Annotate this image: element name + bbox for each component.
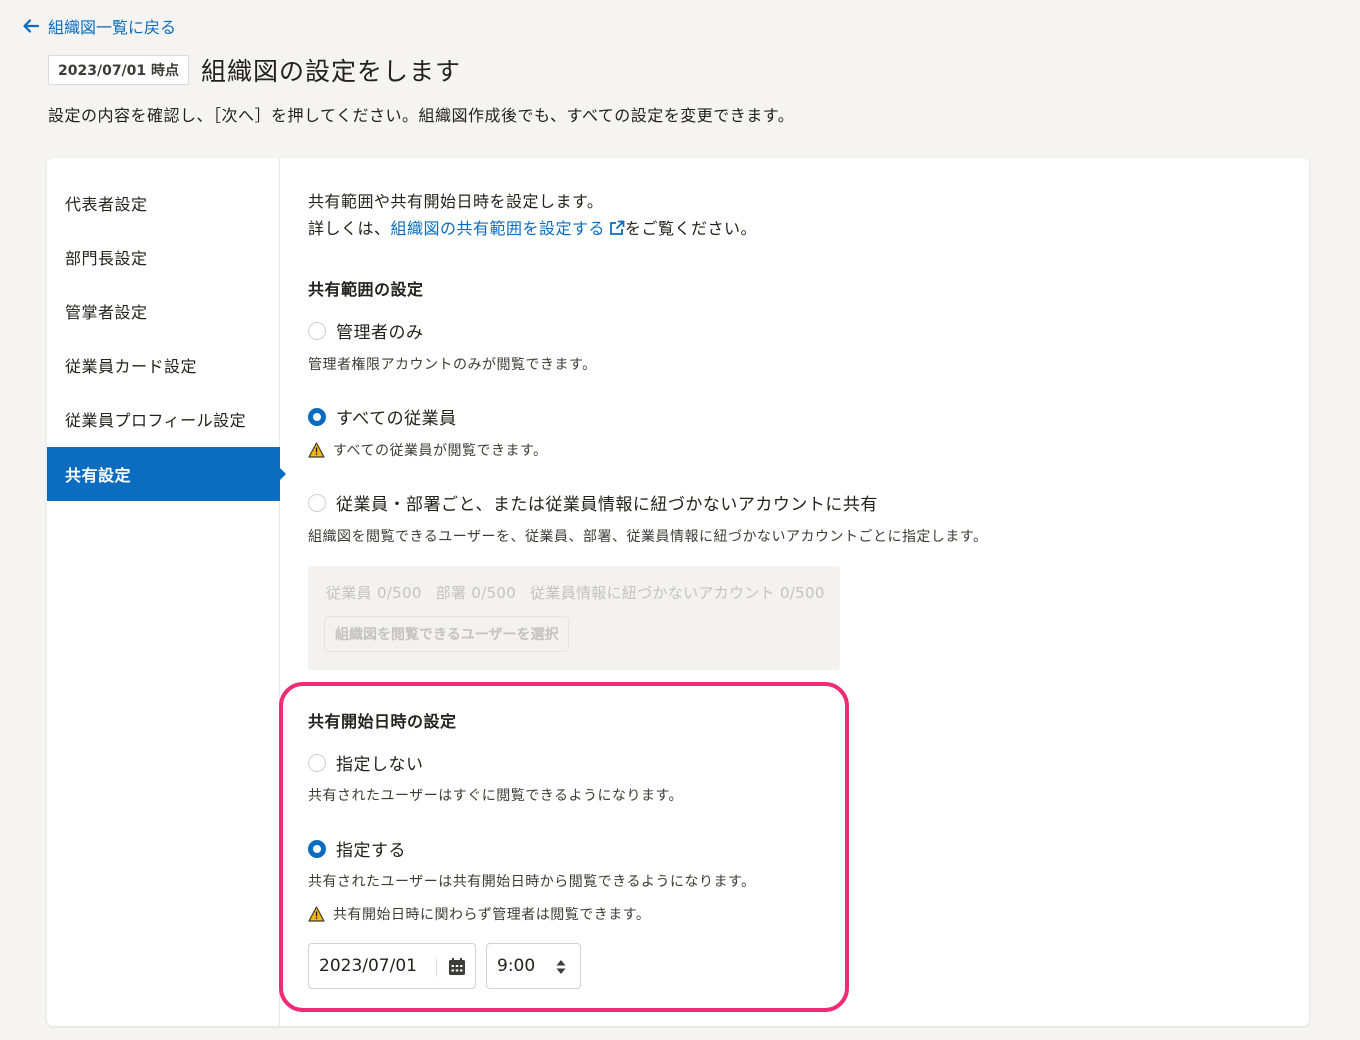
radio-button-selected[interactable] bbox=[308, 407, 326, 426]
sidebar-item-supervisor[interactable]: 管掌者設定 bbox=[47, 284, 280, 338]
back-link-label: 組織図一覧に戻る bbox=[48, 18, 177, 37]
radio-button-selected[interactable] bbox=[308, 839, 326, 858]
start-time-value: 9:00 bbox=[497, 956, 536, 976]
intro-suffix: をご覧ください。 bbox=[625, 219, 758, 238]
divider bbox=[436, 957, 437, 977]
calendar-icon[interactable] bbox=[448, 957, 466, 976]
start-help-none: 共有されたユーザーはすぐに閲覧できるようになります。 bbox=[308, 788, 684, 804]
radio-button[interactable] bbox=[308, 753, 326, 772]
start-warning: 共有開始日時に関わらず管理者は閲覧できます。 bbox=[308, 904, 650, 924]
department-count: 部署 0/500 bbox=[435, 584, 517, 602]
scope-option-label: 従業員・部署ごと、または従業員情報に紐づかないアカウントに共有 bbox=[336, 495, 878, 515]
title-row: 2023/07/01 時点 組織図の設定をします bbox=[48, 52, 461, 88]
sidebar-item-sharing[interactable]: 共有設定 bbox=[47, 447, 286, 501]
user-selection-panel: 従業員 0/500 部署 0/500 従業員情報に紐づかないアカウント 0/50… bbox=[308, 566, 840, 670]
scope-warning-all: すべての従業員が閲覧できます。 bbox=[308, 440, 548, 460]
intro-line-2: 詳しくは、組織図の共有範囲を設定する をご覧ください。 bbox=[308, 215, 757, 242]
scope-option-label: すべての従業員 bbox=[336, 409, 457, 429]
start-option-label: 指定しない bbox=[336, 755, 424, 775]
start-date-value: 2023/07/01 bbox=[319, 956, 417, 976]
date-badge: 2023/07/01 時点 bbox=[48, 55, 190, 85]
scope-help-custom: 組織図を閲覧できるユーザーを、従業員、部署、従業員情報に紐づかないアカウントごと… bbox=[308, 529, 988, 545]
page-title: 組織図の設定をします bbox=[201, 57, 462, 86]
radio-button[interactable] bbox=[308, 321, 326, 340]
scope-option-label: 管理者のみ bbox=[336, 323, 424, 343]
employee-count: 従業員 0/500 bbox=[326, 584, 422, 602]
start-option-specify[interactable]: 指定する bbox=[308, 836, 406, 861]
intro-prefix: 詳しくは、 bbox=[308, 219, 391, 238]
radio-button[interactable] bbox=[308, 493, 326, 512]
warning-icon bbox=[308, 442, 325, 458]
page-description: 設定の内容を確認し、［次へ］を押してください。組織図作成後でも、すべての設定を変… bbox=[48, 106, 795, 125]
settings-main: 共有範囲や共有開始日時を設定します。 詳しくは、組織図の共有範囲を設定する をご覧… bbox=[308, 158, 1298, 1026]
start-help-specify: 共有されたユーザーは共有開始日時から閲覧できるようになります。 bbox=[308, 874, 756, 890]
help-link[interactable]: 組織図の共有範囲を設定する bbox=[391, 219, 606, 238]
settings-sidebar: 代表者設定 部門長設定 管掌者設定 従業員カード設定 従業員プロフィール設定 共… bbox=[47, 158, 286, 1026]
sidebar-item-representative[interactable]: 代表者設定 bbox=[47, 176, 280, 230]
account-count: 従業員情報に紐づかないアカウント 0/500 bbox=[530, 584, 825, 602]
scope-heading: 共有範囲の設定 bbox=[308, 280, 424, 299]
sidebar-item-employee-card[interactable]: 従業員カード設定 bbox=[47, 338, 280, 392]
scope-option-custom[interactable]: 従業員・部署ごと、または従業員情報に紐づかないアカウントに共有 bbox=[308, 490, 878, 515]
start-date-input[interactable]: 2023/07/01 bbox=[308, 943, 476, 989]
external-link-icon[interactable] bbox=[609, 220, 625, 236]
warning-text: 共有開始日時に関わらず管理者は閲覧できます。 bbox=[333, 907, 651, 923]
selection-counts: 従業員 0/500 部署 0/500 従業員情報に紐づかないアカウント 0/50… bbox=[326, 582, 825, 603]
sidebar-item-department-head[interactable]: 部門長設定 bbox=[47, 230, 280, 284]
settings-card: 代表者設定 部門長設定 管掌者設定 従業員カード設定 従業員プロフィール設定 共… bbox=[47, 158, 1309, 1026]
intro-line-1: 共有範囲や共有開始日時を設定します。 bbox=[308, 192, 604, 211]
scope-help-admin-only: 管理者権限アカウントのみが閲覧できます。 bbox=[308, 357, 597, 373]
select-users-button[interactable]: 組織図を閲覧できるユーザーを選択 bbox=[324, 616, 570, 652]
start-option-none[interactable]: 指定しない bbox=[308, 750, 424, 775]
start-heading: 共有開始日時の設定 bbox=[308, 712, 457, 731]
intro-text: 共有範囲や共有開始日時を設定します。 詳しくは、組織図の共有範囲を設定する をご覧… bbox=[308, 188, 757, 242]
scope-option-admin-only[interactable]: 管理者のみ bbox=[308, 318, 424, 343]
sidebar-item-employee-profile[interactable]: 従業員プロフィール設定 bbox=[47, 392, 280, 446]
sort-spinner-icon bbox=[556, 960, 566, 974]
warning-text: すべての従業員が閲覧できます。 bbox=[333, 443, 548, 459]
start-time-select[interactable]: 9:00 bbox=[486, 943, 581, 989]
arrow-left-icon bbox=[23, 19, 40, 33]
warning-icon bbox=[308, 906, 325, 922]
back-link[interactable]: 組織図一覧に戻る bbox=[22, 14, 176, 38]
start-option-label: 指定する bbox=[336, 841, 406, 861]
scope-option-all-employees[interactable]: すべての従業員 bbox=[308, 404, 457, 429]
